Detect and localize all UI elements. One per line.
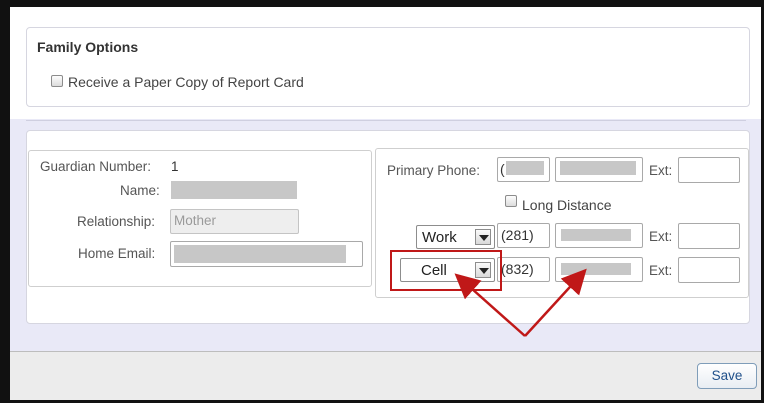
work-number-field[interactable] — [555, 223, 643, 248]
chevron-down-icon[interactable] — [475, 229, 491, 245]
work-area-code-field[interactable]: (281) — [497, 223, 550, 248]
cell-number-field[interactable] — [555, 257, 643, 282]
paper-copy-label: Receive a Paper Copy of Report Card — [68, 74, 304, 90]
cell-ext-field[interactable] — [678, 257, 740, 283]
primary-ext-label: Ext: — [649, 163, 673, 178]
name-redacted-value — [171, 181, 297, 199]
work-phone-type-select[interactable]: Work — [416, 225, 495, 249]
footer-bar — [10, 351, 761, 400]
family-options-panel: Family Options Receive a Paper Copy of R… — [26, 27, 750, 107]
work-area-code: (281) — [501, 227, 534, 243]
work-phone-type-value: Work — [422, 229, 457, 246]
relationship-field: Mother — [170, 209, 299, 234]
home-email-label: Home Email: — [78, 246, 156, 261]
window-frame-top — [0, 0, 764, 7]
home-email-redacted-value — [174, 245, 346, 263]
long-distance-label: Long Distance — [522, 197, 612, 213]
name-label: Name: — [120, 183, 160, 198]
work-ext-field[interactable] — [678, 223, 740, 249]
primary-phone-label: Primary Phone: — [387, 163, 481, 178]
cell-ext-label: Ext: — [649, 263, 673, 278]
primary-area-code-field[interactable]: ( — [497, 157, 550, 182]
primary-area-redacted — [506, 161, 544, 175]
cell-number-redacted — [561, 263, 631, 275]
save-button[interactable]: Save — [697, 363, 757, 389]
cell-area-code-field[interactable]: (832) — [497, 257, 550, 282]
guardian-number-value: 1 — [171, 159, 179, 174]
paper-copy-checkbox[interactable] — [51, 75, 63, 87]
relationship-label: Relationship: — [77, 214, 156, 229]
long-distance-checkbox[interactable] — [505, 195, 517, 207]
primary-number-redacted — [560, 161, 636, 175]
window-frame-left — [0, 0, 10, 403]
work-number-redacted — [561, 229, 631, 241]
family-options-title: Family Options — [37, 39, 139, 55]
primary-area-prefix: ( — [500, 161, 505, 177]
primary-ext-field[interactable] — [678, 157, 740, 183]
home-email-field[interactable] — [170, 241, 363, 267]
work-ext-label: Ext: — [649, 229, 673, 244]
annotation-highlight-box — [390, 250, 502, 291]
cell-area-code: (832) — [501, 261, 534, 277]
section-divider — [26, 120, 746, 121]
guardian-number-label: Guardian Number: — [40, 159, 152, 174]
primary-number-field[interactable] — [555, 157, 643, 182]
